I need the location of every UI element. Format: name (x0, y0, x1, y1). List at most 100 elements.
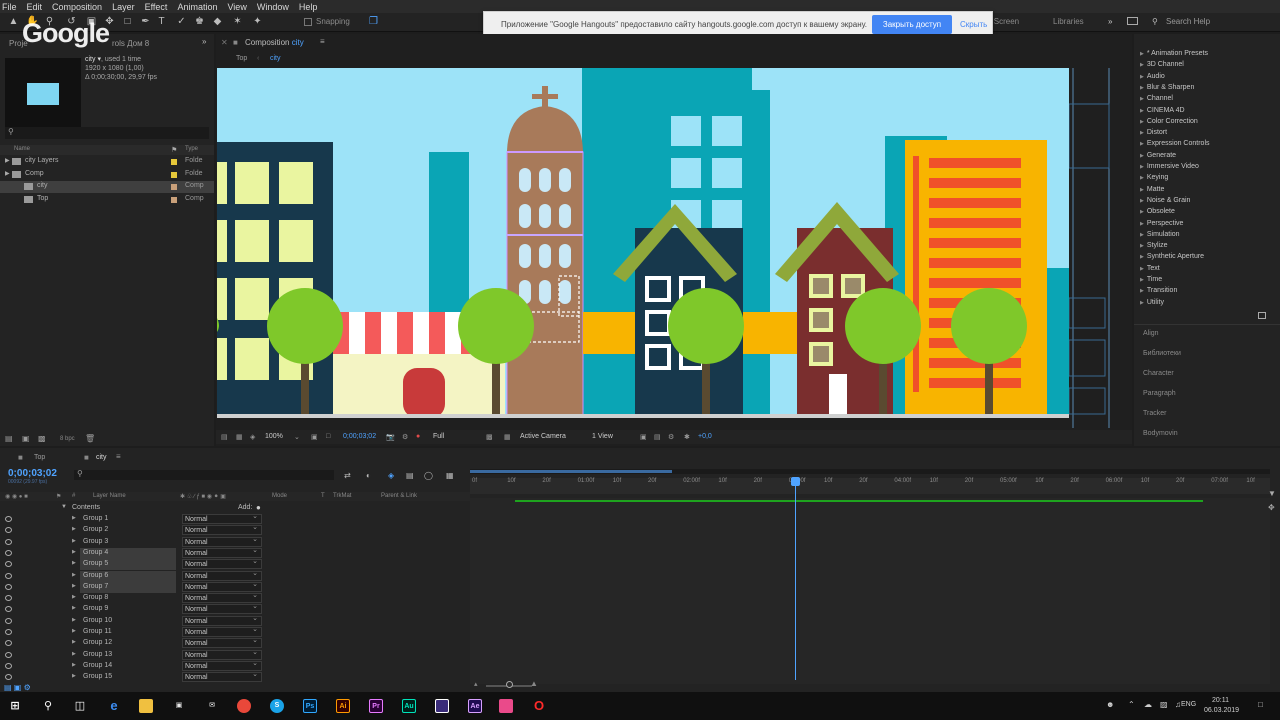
layer-row[interactable]: ▶ Group 2 Normal (0, 523, 470, 536)
draft-3d-icon[interactable]: ◐ (366, 471, 371, 480)
layer-row[interactable]: ▶ Group 1 Normal (0, 512, 470, 525)
selection-tool-icon[interactable]: ▲ (8, 16, 19, 27)
expand-triangle-icon[interactable]: ▶ (72, 526, 76, 532)
expand-triangle-icon[interactable]: ▶ (72, 572, 76, 578)
roto-brush-tool-icon[interactable]: ✶ (232, 16, 243, 27)
skype-icon[interactable]: S (270, 699, 284, 713)
visibility-eye-icon[interactable] (5, 583, 12, 590)
zoom-slider[interactable]: ▴ ▲ (474, 679, 544, 688)
expand-triangle-icon[interactable]: ▶ (72, 628, 76, 634)
timeline-graph-area[interactable] (470, 498, 1270, 684)
project-item-comp[interactable]: ▶ Comp Folde (0, 169, 214, 181)
side-panel-tab[interactable]: Character (1143, 370, 1174, 377)
selected-comp-name[interactable]: city ▾ (85, 56, 101, 63)
layer-name[interactable]: Group 11 (83, 628, 112, 635)
expand-triangle-icon[interactable]: ▶ (72, 673, 76, 679)
hide-notification-link[interactable]: Скрыть (960, 20, 987, 29)
network-icon[interactable]: ▨ (1160, 700, 1168, 709)
layer-row[interactable]: ▶ Group 10 Normal (0, 614, 470, 627)
menu-item-help[interactable]: Help (299, 2, 318, 12)
layer-name[interactable]: Group 4 (83, 549, 108, 556)
effect-category[interactable]: Simulation (1140, 231, 1180, 238)
zoom-in-icon[interactable]: ▲ (530, 679, 538, 688)
expand-triangle-icon[interactable]: ▶ (72, 605, 76, 611)
menu-item-layer[interactable]: Layer (112, 2, 135, 12)
layer-name[interactable]: Group 14 (83, 662, 112, 669)
project-item-city[interactable]: city Comp (0, 181, 214, 193)
blend-mode-select[interactable]: Normal (182, 625, 262, 637)
composition-tab-name[interactable]: city (292, 38, 304, 47)
search-icon[interactable]: ⚲ (41, 699, 55, 713)
panel-menu-icon[interactable]: ≡ (320, 37, 325, 46)
search-help-icon[interactable]: ⚲ (1152, 17, 1158, 26)
exposure-value[interactable]: +0,0 (698, 433, 712, 440)
effect-category[interactable]: Immersive Video (1140, 163, 1199, 170)
taskbar-app-icon[interactable] (435, 699, 449, 713)
grid-icon[interactable]: ▦ (236, 433, 243, 441)
current-time-indicator[interactable]: 0;00;03;02 (8, 468, 57, 479)
zoom-out-icon[interactable]: ▴ (474, 680, 478, 688)
timeline-icon[interactable]: ▤ (654, 433, 661, 441)
toggle-switches-icon[interactable]: ▤ ▣ ⚙ (4, 683, 31, 692)
expand-triangle-icon[interactable]: ▶ (72, 549, 76, 555)
snapping-checkbox[interactable] (304, 18, 312, 26)
layer-row[interactable]: ▶ Group 7 Normal (0, 580, 470, 593)
menu-item-composition[interactable]: Composition (52, 2, 102, 12)
visibility-eye-icon[interactable] (5, 674, 12, 681)
visibility-eye-icon[interactable] (5, 516, 12, 522)
timeline-search-input[interactable]: ⚲ (74, 469, 334, 480)
zoom-handle[interactable] (506, 681, 513, 688)
file-explorer-icon[interactable] (139, 699, 153, 713)
blend-mode-select[interactable]: Normal (182, 614, 262, 626)
switches-icon[interactable]: ✱ ♧ ∕ ƒ ■ ◉ ⚫ ▣ (180, 493, 226, 500)
side-panel-tab[interactable]: Align (1143, 330, 1159, 337)
camera-select[interactable]: Active Camera (520, 433, 566, 440)
layer-name[interactable]: Group 10 (83, 617, 112, 624)
taskbar-app-icon[interactable]: Ai (336, 699, 350, 713)
layer-row[interactable]: ▶ Group 4 Normal (0, 546, 470, 559)
workspace-menu-icon[interactable] (1127, 17, 1138, 25)
expand-triangle-icon[interactable]: ▼ (61, 504, 67, 510)
reset-exposure-icon[interactable]: ✱ (684, 433, 690, 441)
new-folder-icon[interactable]: ▣ (22, 434, 30, 443)
hide-shy-layers-icon[interactable]: ◈ (388, 471, 394, 480)
view-layout-select[interactable]: 1 View (592, 433, 613, 440)
layer-row[interactable]: ▶ Group 11 Normal (0, 625, 470, 638)
interpret-footage-icon[interactable]: ▤ (5, 434, 13, 443)
expand-triangle-icon[interactable]: ▶ (72, 583, 76, 589)
layer-name-header[interactable]: Layer Name (93, 493, 126, 499)
layer-name[interactable]: Group 8 (83, 594, 108, 601)
type-column-header[interactable]: Type (185, 146, 198, 152)
clock-time[interactable]: 20:11 (1212, 697, 1229, 704)
label-column-icon[interactable]: ⚑ (171, 146, 177, 154)
clone-stamp-tool-icon[interactable]: ♚ (194, 16, 205, 27)
flowchart-icon[interactable]: ⚙ (668, 433, 674, 441)
effect-category[interactable]: Obsolete (1140, 208, 1175, 215)
project-item-city-layers[interactable]: ▶ city Layers Folde (0, 156, 214, 168)
store-icon[interactable]: ▣ (172, 699, 186, 713)
side-panel-tab[interactable]: Bodymovin (1143, 430, 1178, 437)
type-tool-icon[interactable]: T (156, 16, 167, 27)
hash-icon[interactable]: # (72, 493, 75, 499)
blend-mode-select[interactable]: Normal (182, 636, 262, 649)
layer-row[interactable]: ▶ Group 12 Normal (0, 636, 470, 649)
composition-viewer[interactable] (217, 68, 1069, 418)
opera-icon[interactable]: O (532, 699, 546, 713)
search-help-input[interactable]: Search Help (1166, 17, 1210, 26)
parent-header[interactable]: Parent & Link (381, 493, 417, 499)
blend-mode-select[interactable]: Normal (182, 591, 262, 604)
region-of-interest-icon[interactable]: ▣ (311, 433, 318, 441)
pen-tool-icon[interactable]: ✒ (140, 16, 151, 27)
side-panel-tab[interactable]: Paragraph (1143, 390, 1176, 397)
expand-triangle-icon[interactable]: ▶ (72, 560, 76, 566)
effect-category[interactable]: Synthetic Aperture (1140, 253, 1204, 260)
effect-category[interactable]: Channel (1140, 95, 1173, 102)
visibility-eye-icon[interactable] (5, 527, 12, 534)
task-view-icon[interactable]: ◫ (73, 699, 87, 713)
layer-name[interactable]: Group 5 (83, 560, 108, 567)
label-color-swatch[interactable] (171, 159, 177, 165)
expand-triangle-icon[interactable]: ▶ (72, 639, 76, 645)
frame-blending-icon[interactable]: ▤ (406, 471, 414, 480)
always-preview-icon[interactable]: ▤ (221, 433, 228, 441)
notifications-icon[interactable]: □ (1258, 700, 1263, 709)
